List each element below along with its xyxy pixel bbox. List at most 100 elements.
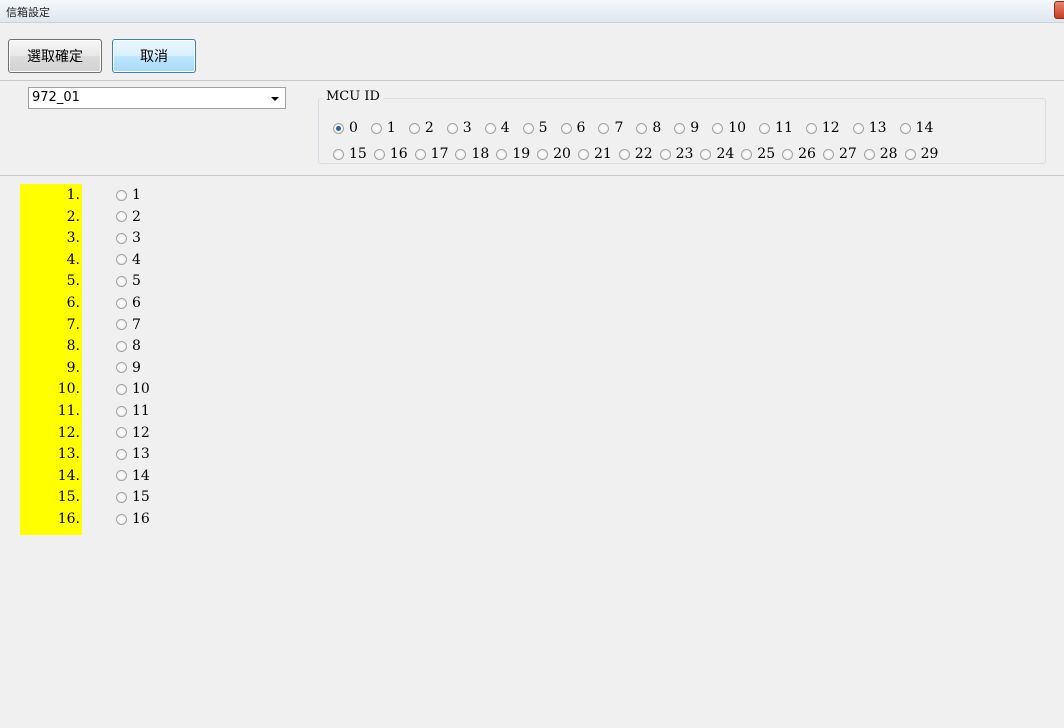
mcu-id-radio-6[interactable]: 6 — [560, 119, 585, 137]
radio-icon[interactable] — [116, 189, 127, 201]
radio-icon[interactable] — [333, 148, 344, 160]
radio-icon[interactable] — [116, 297, 127, 309]
radio-icon[interactable] — [373, 148, 385, 160]
radio-icon[interactable] — [496, 148, 508, 160]
mcu-id-radio-15[interactable]: 15 — [333, 145, 367, 163]
confirm-selection-button[interactable]: 選取確定 — [8, 39, 102, 73]
radio-icon[interactable] — [712, 122, 724, 134]
radio-icon[interactable] — [116, 254, 127, 266]
mcu-id-radio-17[interactable]: 17 — [414, 145, 448, 163]
mcu-id-radio-23[interactable]: 23 — [659, 145, 693, 163]
mcu-id-radio-26[interactable]: 26 — [782, 145, 816, 163]
radio-icon[interactable] — [674, 122, 686, 134]
radio-icon[interactable] — [577, 148, 589, 160]
radio-icon[interactable] — [899, 122, 911, 134]
radio-icon[interactable] — [116, 319, 127, 331]
radio-icon[interactable] — [116, 470, 127, 482]
mcu-id-radio-8[interactable]: 8 — [636, 119, 661, 137]
radio-icon[interactable] — [333, 122, 344, 134]
cancel-button[interactable]: 取消 — [112, 39, 196, 73]
mcu-id-radio-0[interactable]: 0 — [333, 119, 358, 137]
mailbox-radio-7[interactable]: 7 — [116, 316, 141, 334]
mcu-id-radio-22[interactable]: 22 — [618, 145, 653, 163]
mcu-id-radio-2[interactable]: 2 — [408, 119, 434, 137]
radio-icon[interactable] — [484, 122, 496, 134]
mailbox-radio-2[interactable]: 2 — [116, 208, 141, 226]
radio-icon[interactable] — [408, 122, 420, 134]
mailbox-radio-1[interactable]: 1 — [116, 186, 141, 204]
device-select[interactable]: 972_01 — [28, 87, 286, 109]
radio-icon[interactable] — [116, 405, 127, 417]
radio-icon[interactable] — [116, 383, 127, 395]
radio-icon[interactable] — [522, 122, 534, 134]
mailbox-radio-3[interactable]: 3 — [116, 229, 141, 247]
chevron-down-icon[interactable] — [271, 97, 279, 101]
radio-icon[interactable] — [537, 148, 549, 160]
radio-icon[interactable] — [446, 122, 458, 134]
radio-icon[interactable] — [598, 122, 610, 134]
close-button[interactable] — [1054, 1, 1064, 19]
radio-icon[interactable] — [782, 148, 794, 160]
mcu-id-radio-11[interactable]: 11 — [759, 119, 793, 137]
mcu-id-radio-1[interactable]: 1 — [370, 119, 396, 137]
mcu-id-radio-28[interactable]: 28 — [863, 145, 898, 163]
mcu-id-radio-13[interactable]: 13 — [852, 119, 887, 137]
mailbox-radio-16[interactable]: 16 — [116, 510, 150, 528]
mcu-id-radio-19[interactable]: 19 — [496, 145, 530, 163]
mailbox-radio-label: 8 — [132, 338, 141, 355]
mailbox-radio-14[interactable]: 14 — [116, 467, 150, 485]
radio-icon[interactable] — [116, 362, 127, 374]
radio-icon[interactable] — [116, 448, 127, 460]
mcu-id-radio-5[interactable]: 5 — [522, 119, 548, 137]
mcu-id-radio-7[interactable]: 7 — [598, 119, 623, 137]
mcu-id-radio-24[interactable]: 24 — [700, 145, 734, 163]
mailbox-radio-10[interactable]: 10 — [116, 380, 150, 398]
mcu-id-radio-3[interactable]: 3 — [446, 119, 472, 137]
mcu-id-radio-4[interactable]: 4 — [484, 119, 510, 137]
radio-icon[interactable] — [116, 491, 127, 503]
mailbox-radio-11[interactable]: 11 — [116, 402, 150, 420]
mcu-id-radio-27[interactable]: 27 — [822, 145, 857, 163]
radio-icon[interactable] — [700, 148, 712, 160]
mailbox-radio-8[interactable]: 8 — [116, 337, 141, 355]
mailbox-radio-6[interactable]: 6 — [116, 294, 141, 312]
mcu-id-radio-10[interactable]: 10 — [712, 119, 746, 137]
radio-icon[interactable] — [618, 148, 630, 160]
mailbox-radio-12[interactable]: 12 — [116, 424, 150, 442]
mailbox-radio-4[interactable]: 4 — [116, 251, 141, 269]
radio-icon[interactable] — [414, 148, 426, 160]
radio-icon[interactable] — [741, 148, 753, 160]
mailbox-radio-5[interactable]: 5 — [116, 272, 141, 290]
mcu-id-radio-12[interactable]: 12 — [805, 119, 840, 137]
radio-icon[interactable] — [116, 275, 127, 287]
mailbox-radio-9[interactable]: 9 — [116, 359, 141, 377]
mcu-id-radio-16[interactable]: 16 — [373, 145, 408, 163]
radio-icon[interactable] — [805, 122, 817, 134]
radio-icon[interactable] — [116, 340, 127, 352]
mcu-id-radio-20[interactable]: 20 — [537, 145, 571, 163]
row-number: 1. — [66, 187, 80, 203]
radio-icon[interactable] — [116, 513, 127, 525]
mcu-id-radio-14[interactable]: 14 — [899, 119, 933, 137]
radio-icon[interactable] — [116, 211, 127, 223]
radio-icon[interactable] — [822, 148, 834, 160]
radio-icon[interactable] — [116, 232, 127, 244]
radio-icon[interactable] — [659, 148, 671, 160]
mcu-id-radio-18[interactable]: 18 — [455, 145, 489, 163]
radio-icon[interactable] — [904, 148, 916, 160]
radio-icon[interactable] — [636, 122, 648, 134]
mcu-id-radio-21[interactable]: 21 — [577, 145, 612, 163]
mailbox-radio-13[interactable]: 13 — [116, 445, 150, 463]
radio-icon[interactable] — [116, 427, 127, 439]
mcu-id-radio-label: 22 — [634, 146, 653, 162]
radio-icon[interactable] — [852, 122, 864, 134]
radio-icon[interactable] — [455, 148, 467, 160]
mcu-id-radio-9[interactable]: 9 — [674, 119, 699, 137]
radio-icon[interactable] — [370, 122, 382, 134]
radio-icon[interactable] — [759, 122, 771, 134]
radio-icon[interactable] — [863, 148, 875, 160]
mailbox-radio-15[interactable]: 15 — [116, 488, 150, 506]
mcu-id-radio-25[interactable]: 25 — [741, 145, 775, 163]
radio-icon[interactable] — [560, 122, 572, 134]
mcu-id-radio-29[interactable]: 29 — [904, 145, 938, 163]
